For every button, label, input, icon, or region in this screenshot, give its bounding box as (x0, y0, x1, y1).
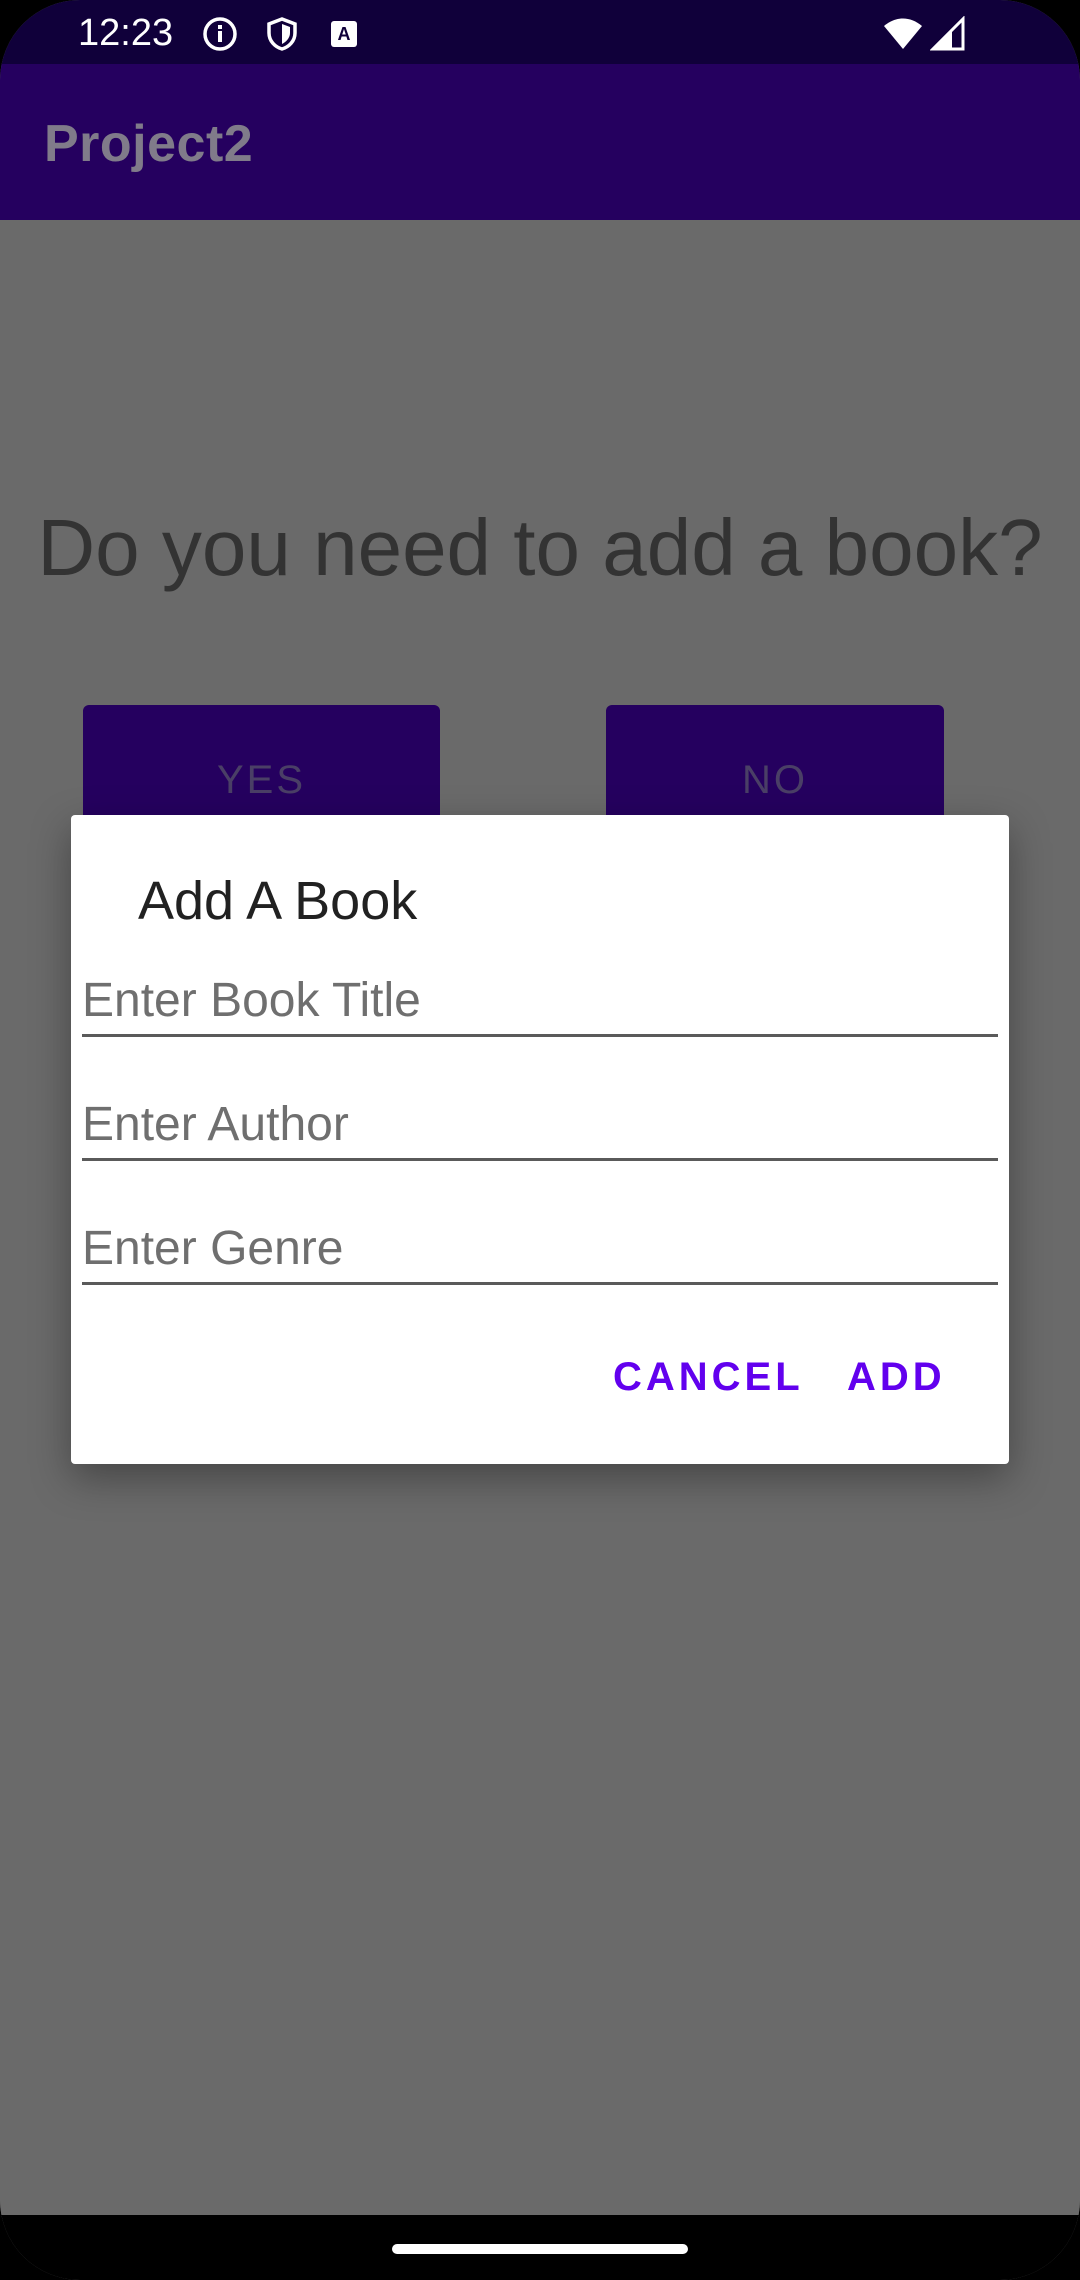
question-text: Do you need to add a book? (37, 503, 1043, 592)
signal-icon (930, 16, 965, 51)
yes-button[interactable]: YES (83, 705, 440, 825)
keyboard-a-icon: A (331, 21, 357, 47)
cancel-button[interactable]: CANCEL (613, 1355, 804, 1400)
genre-input[interactable] (82, 1218, 998, 1278)
author-field (82, 1094, 998, 1161)
book-title-field (82, 970, 998, 1037)
app-bar: Project2 (0, 64, 1080, 220)
status-bar: 12:23 A (0, 0, 1080, 64)
navigation-bar (0, 2215, 1080, 2280)
wifi-icon (884, 18, 922, 49)
add-button[interactable]: ADD (847, 1355, 946, 1400)
shield-icon (267, 17, 297, 51)
no-button[interactable]: NO (606, 705, 944, 825)
app-title: Project2 (44, 115, 254, 173)
dialog-title: Add A Book (138, 871, 418, 931)
info-icon (203, 17, 237, 51)
phone-screen: 12:23 A Project2 Do you need to add a bo… (0, 0, 1080, 2280)
status-time: 12:23 (78, 12, 174, 54)
book-title-input[interactable] (82, 970, 998, 1030)
genre-field (82, 1218, 998, 1285)
svg-text:A: A (338, 24, 351, 44)
add-book-dialog: Add A Book CANCEL ADD (71, 815, 1009, 1464)
author-input[interactable] (82, 1094, 998, 1154)
home-gesture-handle[interactable] (392, 2244, 688, 2254)
